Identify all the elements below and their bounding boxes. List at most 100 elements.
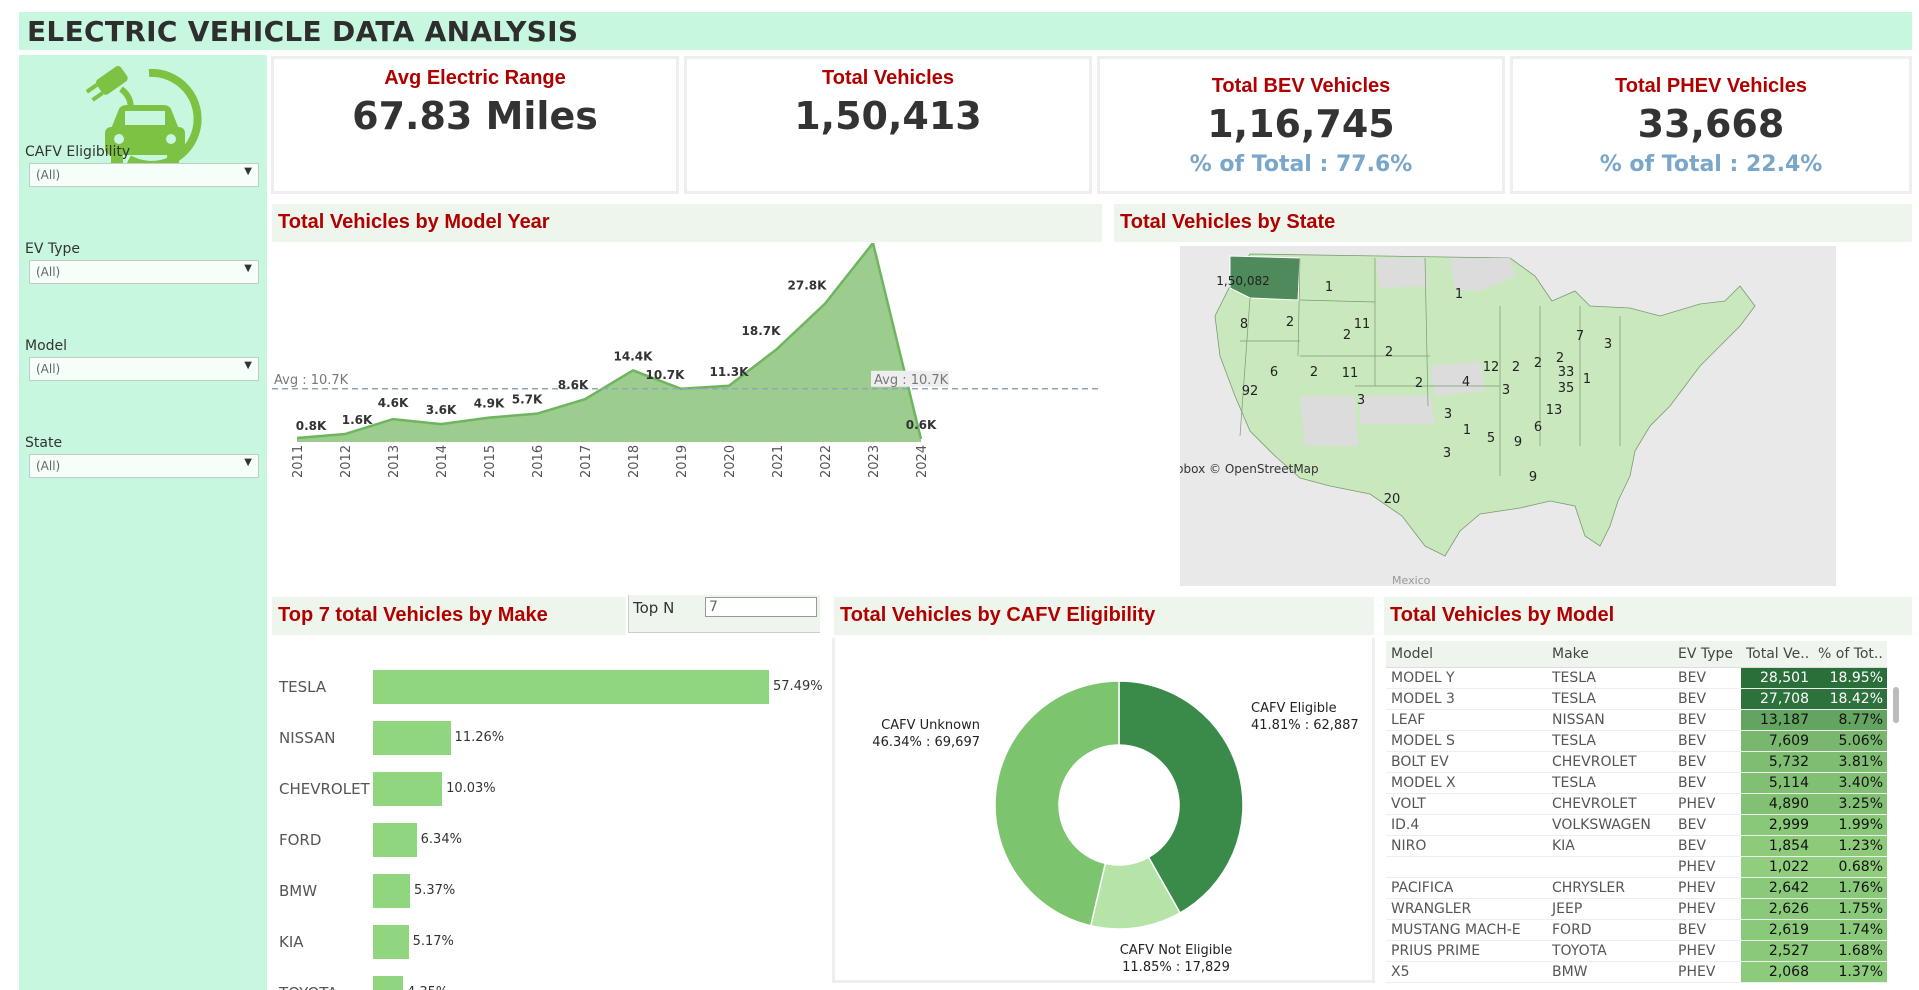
x-tick-label: 2024 <box>915 445 930 478</box>
bar-category-label: TESLA <box>279 678 327 696</box>
x-tick-label: 2019 <box>675 445 690 478</box>
model-year-area-chart: Avg : 10.7K Avg : 10.7K 0.8K 1.6K 4.6K 3.6K 4.… <box>272 243 1102 478</box>
table-cell: 3.25% <box>1813 793 1887 815</box>
kpi-total-bev: Total BEV Vehicles 1,16,745 % of Total :… <box>1097 56 1505 194</box>
table-row[interactable]: MODEL 3 TESLA BEV 27,708 18.42% <box>1386 688 1887 710</box>
us-state-map[interactable]: 1,50,0828 212926 2 11321120142312 2 23135 9136… <box>1180 246 1836 586</box>
table-row[interactable]: PACIFICA CHRYSLER PHEV 2,642 1.76% <box>1386 877 1887 899</box>
slice-value-label: 46.34% : 69,697 <box>872 735 980 750</box>
filter-state: State (All) ▼ <box>25 435 261 478</box>
chevron-down-icon[interactable]: ▼ <box>244 166 252 177</box>
point-label: 18.7K <box>742 324 782 338</box>
slice-value-label: 41.81% : 62,887 <box>1251 718 1359 733</box>
avg-label-left: Avg : 10.7K <box>274 373 349 388</box>
table-cell: 18.42% <box>1813 688 1887 710</box>
table-cell: X5 <box>1386 961 1547 983</box>
state-unshaded <box>1360 396 1435 424</box>
ev-type-dropdown[interactable]: (All) ▼ <box>29 260 259 284</box>
dropdown-value: (All) <box>36 459 61 473</box>
slice-name-label: CAFV Eligible <box>1251 701 1337 716</box>
table-row[interactable]: ID.4 VOLKSWAGEN BEV 2,999 1.99% <box>1386 814 1887 836</box>
state-label: 3 <box>1502 383 1510 398</box>
table-cell: 1.37% <box>1813 961 1887 983</box>
table-cell: 7,609 <box>1741 730 1813 752</box>
top-n-input[interactable]: 7 <box>705 597 817 617</box>
table-scrollbar[interactable] <box>1893 687 1899 723</box>
table-row[interactable]: MODEL S TESLA BEV 7,609 5.06% <box>1386 730 1887 752</box>
table-cell: 2,642 <box>1741 877 1813 899</box>
make-bar[interactable] <box>373 925 409 959</box>
slice-name-label: CAFV Unknown <box>881 718 980 733</box>
state-label: 3 <box>1604 337 1612 352</box>
dropdown-value: (All) <box>36 265 61 279</box>
make-bar[interactable] <box>373 823 417 857</box>
point-label: 4.6K <box>378 396 409 410</box>
cafv-donut-chart: CAFV Eligible 41.81% : 62,887 CAFV Not Eli… <box>872 680 1359 975</box>
panel-title-model-year: Total Vehicles by Model Year <box>272 204 1102 242</box>
kpi-title: Total PHEV Vehicles <box>1615 75 1807 97</box>
dropdown-value: (All) <box>36 168 61 182</box>
table-cell: 5,732 <box>1741 751 1813 773</box>
bar-category-label: CHEVROLET <box>279 780 370 798</box>
chevron-down-icon[interactable]: ▼ <box>244 360 252 371</box>
table-cell: 1.99% <box>1813 814 1887 836</box>
state-label: 4 <box>1462 375 1470 390</box>
table-cell <box>1386 856 1547 878</box>
chevron-down-icon[interactable]: ▼ <box>244 457 252 468</box>
state-label: 3 <box>1357 393 1365 408</box>
bar-value-label: 10.03% <box>446 781 496 796</box>
table-cell: BEV <box>1673 688 1741 710</box>
table-row[interactable]: X5 BMW PHEV 2,068 1.37% <box>1386 961 1887 983</box>
table-cell: MODEL Y <box>1386 667 1547 689</box>
table-cell: TESLA <box>1547 667 1673 689</box>
make-bar[interactable] <box>373 874 410 908</box>
model-table: Model Make EV Type Total Ve..% of Tot.. MOD… <box>1386 641 1887 990</box>
table-cell: 2,619 <box>1741 919 1813 941</box>
make-bar[interactable] <box>373 976 403 990</box>
table-header[interactable]: Make <box>1547 641 1673 668</box>
table-cell: 2,626 <box>1741 898 1813 920</box>
table-row[interactable]: WRANGLER JEEP PHEV 2,626 1.75% <box>1386 898 1887 920</box>
table-row[interactable]: MODEL X TESLA BEV 5,114 3.40% <box>1386 772 1887 794</box>
area-fill <box>297 243 921 442</box>
table-cell: FORD <box>1547 919 1673 941</box>
table-row[interactable]: VOLT CHEVROLET PHEV 4,890 3.25% <box>1386 793 1887 815</box>
table-cell: 13,187 <box>1741 709 1813 731</box>
table-cell: 1.76% <box>1813 877 1887 899</box>
table-header[interactable]: EV Type <box>1673 641 1741 668</box>
make-bar[interactable] <box>373 670 769 704</box>
bar-value-label: 5.17% <box>412 934 454 949</box>
slice-value-label: 11.85% : 17,829 <box>1122 960 1230 975</box>
table-row[interactable]: MUSTANG MACH-E FORD BEV 2,619 1.74% <box>1386 919 1887 941</box>
table-header[interactable]: % of Tot.. <box>1813 641 1887 668</box>
table-row[interactable]: NIRO KIA BEV 1,854 1.23% <box>1386 835 1887 857</box>
filter-label: State <box>25 435 63 451</box>
chevron-down-icon[interactable]: ▼ <box>244 263 252 274</box>
state-label: 13 <box>1546 403 1563 418</box>
bar-value-label: 11.26% <box>454 730 505 745</box>
state-label: 2 <box>1512 360 1520 375</box>
table-cell: 4,890 <box>1741 793 1813 815</box>
bar-category-label: NISSAN <box>279 729 336 747</box>
table-header[interactable]: Total Ve.. <box>1741 641 1813 668</box>
table-row[interactable]: MODEL Y TESLA BEV 28,501 18.95% <box>1386 667 1887 689</box>
make-bar[interactable] <box>373 772 443 806</box>
state-label: 1 <box>1455 287 1463 302</box>
table-row[interactable]: PRIUS PRIME TOYOTA PHEV 2,527 1.68% <box>1386 940 1887 962</box>
state-label: 2 <box>1556 351 1564 366</box>
filter-sidebar: CAFV Eligibility (All) ▼ EV Type (All) ▼… <box>19 55 267 990</box>
cafv-eligibility-dropdown[interactable]: (All) ▼ <box>29 163 259 187</box>
table-cell: CHEVROLET <box>1547 793 1673 815</box>
table-cell: 0.68% <box>1813 856 1887 878</box>
state-dropdown[interactable]: (All) ▼ <box>29 454 259 478</box>
make-bar[interactable] <box>373 721 451 755</box>
model-dropdown[interactable]: (All) ▼ <box>29 357 259 381</box>
table-header[interactable]: Model <box>1386 641 1547 668</box>
table-cell: PRIUS PRIME <box>1386 940 1547 962</box>
x-tick-label: 2023 <box>867 445 882 478</box>
table-row[interactable]: BOLT EV CHEVROLET BEV 5,732 3.81% <box>1386 751 1887 773</box>
bar-value-label: 5.37% <box>413 883 456 898</box>
table-row[interactable]: PHEV 1,022 0.68% <box>1386 856 1887 878</box>
table-row[interactable]: LEAF NISSAN BEV 13,187 8.77% <box>1386 709 1887 731</box>
table-cell: 2,068 <box>1741 961 1813 983</box>
